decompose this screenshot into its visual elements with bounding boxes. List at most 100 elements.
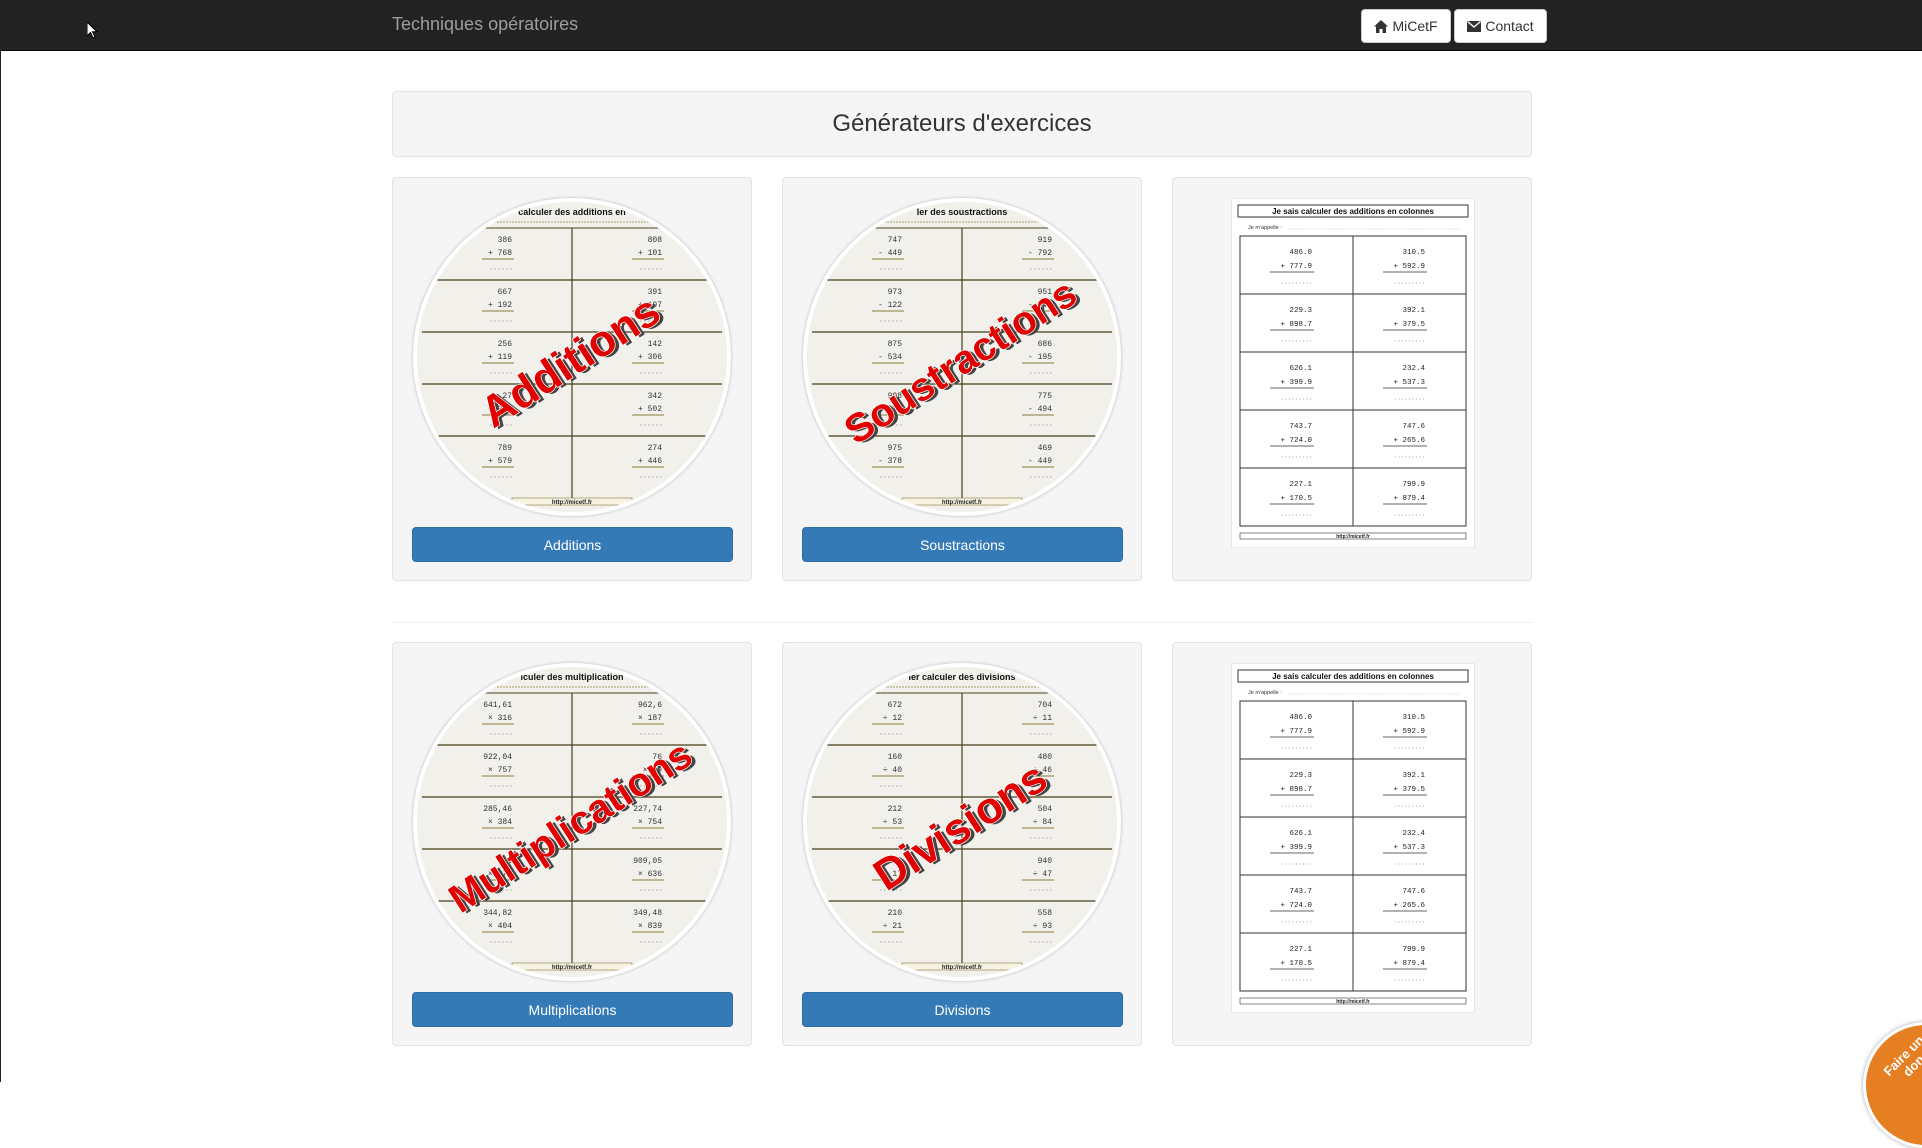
thumbnail-footer: http://micetf.fr xyxy=(552,500,593,506)
thumbnail-operand: + 119 xyxy=(488,353,512,362)
mouse-cursor-icon xyxy=(87,22,99,39)
thumbnail-operand: + 446 xyxy=(638,457,662,466)
thumbnail-operand: 975 xyxy=(888,444,903,453)
worksheet-operand: + 265.6 xyxy=(1393,902,1425,910)
worksheet-operand: 626.1 xyxy=(1289,830,1312,838)
donate-label: Faire un don xyxy=(1880,1032,1922,1080)
worksheet-operand: 626.1 xyxy=(1289,365,1312,373)
worksheet-footer: http://micetf.fr xyxy=(1336,999,1370,1005)
thumbnail-sheet-header: lculer des multiplication xyxy=(520,672,623,682)
thumbnail-operand: + 101 xyxy=(638,249,662,258)
worksheet-operand: + 592.9 xyxy=(1393,728,1425,736)
contact-button-label: Contact xyxy=(1485,18,1534,34)
worksheet-operand: + 898.7 xyxy=(1280,321,1312,329)
multiplications-button[interactable]: Multiplications xyxy=(412,992,733,1027)
sample-worksheet-preview: Je sais calculer des additions en colonn… xyxy=(1231,198,1475,548)
worksheet-name-label: Je m'appelle : xyxy=(1248,225,1282,231)
card-sample-sheet-2: Je sais calculer des additions en colonn… xyxy=(1172,642,1532,1046)
thumbnail-operand: 212 xyxy=(888,805,903,814)
worksheet-operand: + 879.4 xyxy=(1393,495,1425,503)
thumbnail-operand: 667 xyxy=(498,288,513,297)
thumbnail-operand: 973 xyxy=(888,288,903,297)
thumbnail-operand: 480 xyxy=(1038,753,1053,762)
worksheet-operand: + 537.3 xyxy=(1393,844,1425,852)
thumbnail-operand: - 195 xyxy=(1028,353,1052,362)
thumbnail-operand: + 192 xyxy=(488,301,512,310)
worksheet-operand: + 379.5 xyxy=(1393,786,1425,794)
worksheet-operand: + 170.5 xyxy=(1280,495,1312,503)
page-title: Générateurs d'exercices xyxy=(832,110,1092,137)
donate-ribbon[interactable]: Faire un don xyxy=(1863,1022,1922,1148)
multiplications-thumbnail[interactable]: lculer des multiplication 641,61 × 316 962,… xyxy=(413,663,731,981)
thumbnail-operand: × 316 xyxy=(488,714,512,723)
worksheet-footer: http://micetf.fr xyxy=(1336,534,1370,540)
thumbnail-operand: × 757 xyxy=(488,766,512,775)
home-button[interactable]: MiCetF xyxy=(1361,9,1451,43)
worksheet-title: Je sais calculer des additions en colonn… xyxy=(1272,207,1434,216)
worksheet-operand: 232.4 xyxy=(1402,830,1425,838)
thumbnail-operand: - 122 xyxy=(878,301,902,310)
thumbnail-operand: ÷ 12 xyxy=(883,714,902,723)
worksheet-title: Je sais calculer des additions en colonn… xyxy=(1272,672,1434,681)
home-icon xyxy=(1374,19,1389,33)
thumbnail-operand: 919 xyxy=(1038,236,1053,245)
thumbnail-operand: + 768 xyxy=(488,249,512,258)
thumbnail-operand: 909,05 xyxy=(633,857,662,866)
thumbnail-operand: 274 xyxy=(648,444,663,453)
thumbnail-footer: http://micetf.fr xyxy=(942,500,983,506)
card-additions: calculer des additions en 386 + 768 808 + 10… xyxy=(392,177,752,581)
thumbnail-operand: 962,6 xyxy=(638,701,662,710)
thumbnail-operand: 922,04 xyxy=(483,753,512,762)
worksheet-thumbnail-graphic: ler calculer des divisions 672 ÷ 12 704 ÷ 11… xyxy=(807,667,1117,977)
thumbnail-footer: http://micetf.fr xyxy=(942,965,983,971)
contact-button[interactable]: Contact xyxy=(1454,9,1547,43)
card-multiplications: lculer des multiplication 641,61 × 316 962,… xyxy=(392,642,752,1046)
thumbnail-sheet-header: calculer des additions en xyxy=(518,207,626,217)
thumbnail-operand: 808 xyxy=(648,236,663,245)
worksheet-operand: + 170.5 xyxy=(1280,960,1312,968)
thumbnail-operand: × 404 xyxy=(488,922,512,931)
worksheet-operand: 229.3 xyxy=(1289,307,1312,315)
worksheet-operand: 747.6 xyxy=(1402,423,1425,431)
thumbnail-operand: 641,61 xyxy=(483,701,512,710)
thumbnail-operand: 704 xyxy=(1038,701,1053,710)
worksheet-name-label: Je m'appelle : xyxy=(1248,690,1282,696)
thumbnail-operand: 789 xyxy=(498,444,513,453)
soustractions-button[interactable]: Soustractions xyxy=(802,527,1123,562)
worksheet-operand: 799.9 xyxy=(1402,946,1425,954)
worksheet-operand: + 777.9 xyxy=(1280,263,1312,271)
worksheet-operand: 747.6 xyxy=(1402,888,1425,896)
additions-thumbnail[interactable]: calculer des additions en 386 + 768 808 + 10… xyxy=(413,198,731,516)
thumbnail-operand: ÷ 53 xyxy=(883,818,902,827)
worksheet-operand: 743.7 xyxy=(1289,888,1312,896)
thumbnail-operand: + 502 xyxy=(638,405,662,414)
thumbnail-operand: + 306 xyxy=(638,353,662,362)
thumbnail-operand: × 187 xyxy=(638,714,662,723)
thumbnail-operand: 386 xyxy=(498,236,513,245)
section-divider xyxy=(392,622,1532,623)
thumbnail-operand: × 754 xyxy=(638,818,662,827)
thumbnail-operand: 349,48 xyxy=(633,909,662,918)
card-soustractions: ler des soustractions 747 - 449 919 - 792 973… xyxy=(782,177,1142,581)
thumbnail-operand: - 494 xyxy=(1028,405,1052,414)
card-divisions: ler calculer des divisions 672 ÷ 12 704 ÷ 11… xyxy=(782,642,1142,1046)
divisions-button[interactable]: Divisions xyxy=(802,992,1123,1027)
divisions-thumbnail[interactable]: ler calculer des divisions 672 ÷ 12 704 ÷ 11… xyxy=(803,663,1121,981)
worksheet-operand: 227.1 xyxy=(1289,481,1312,489)
worksheet-preview-graphic: Je sais calculer des additions en colonn… xyxy=(1232,664,1474,1012)
worksheet-operand: 227.1 xyxy=(1289,946,1312,954)
thumbnail-operand: 558 xyxy=(1038,909,1053,918)
worksheet-operand: + 399.9 xyxy=(1280,379,1312,387)
thumbnail-operand: ÷ 84 xyxy=(1033,818,1052,827)
thumbnail-operand: 775 xyxy=(1038,392,1053,401)
thumbnail-operand: ÷ 93 xyxy=(1033,922,1052,931)
navbar-brand[interactable]: Techniques opératoires xyxy=(392,14,578,35)
thumbnail-operand: - 378 xyxy=(878,457,902,466)
sample-worksheet-preview: Je sais calculer des additions en colonn… xyxy=(1231,663,1475,1013)
additions-button[interactable]: Additions xyxy=(412,527,733,562)
worksheet-operand: 310.5 xyxy=(1402,249,1425,257)
thumbnail-operand: ÷ 11 xyxy=(1033,714,1052,723)
soustractions-thumbnail[interactable]: ler des soustractions 747 - 449 919 - 792 973… xyxy=(803,198,1121,516)
thumbnail-operand: 210 xyxy=(888,909,903,918)
worksheet-thumbnail-graphic: lculer des multiplication 641,61 × 316 962,… xyxy=(417,667,727,977)
